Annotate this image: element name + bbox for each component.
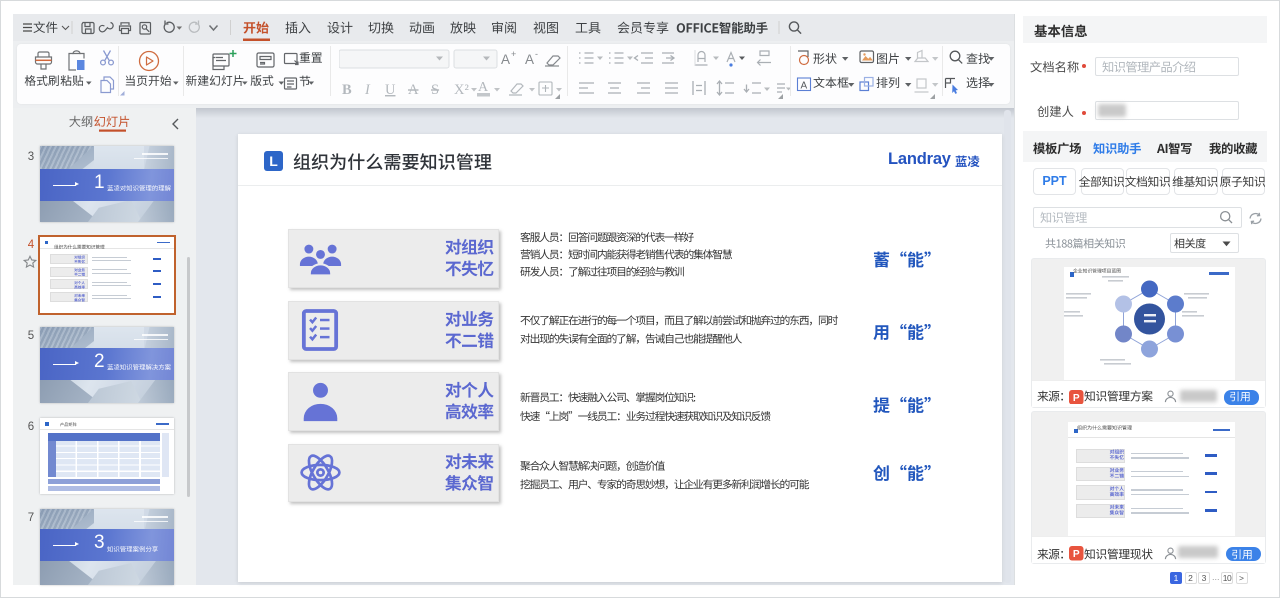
svg-text:P: P [1073, 393, 1080, 404]
svg-text:P: P [1073, 549, 1080, 560]
